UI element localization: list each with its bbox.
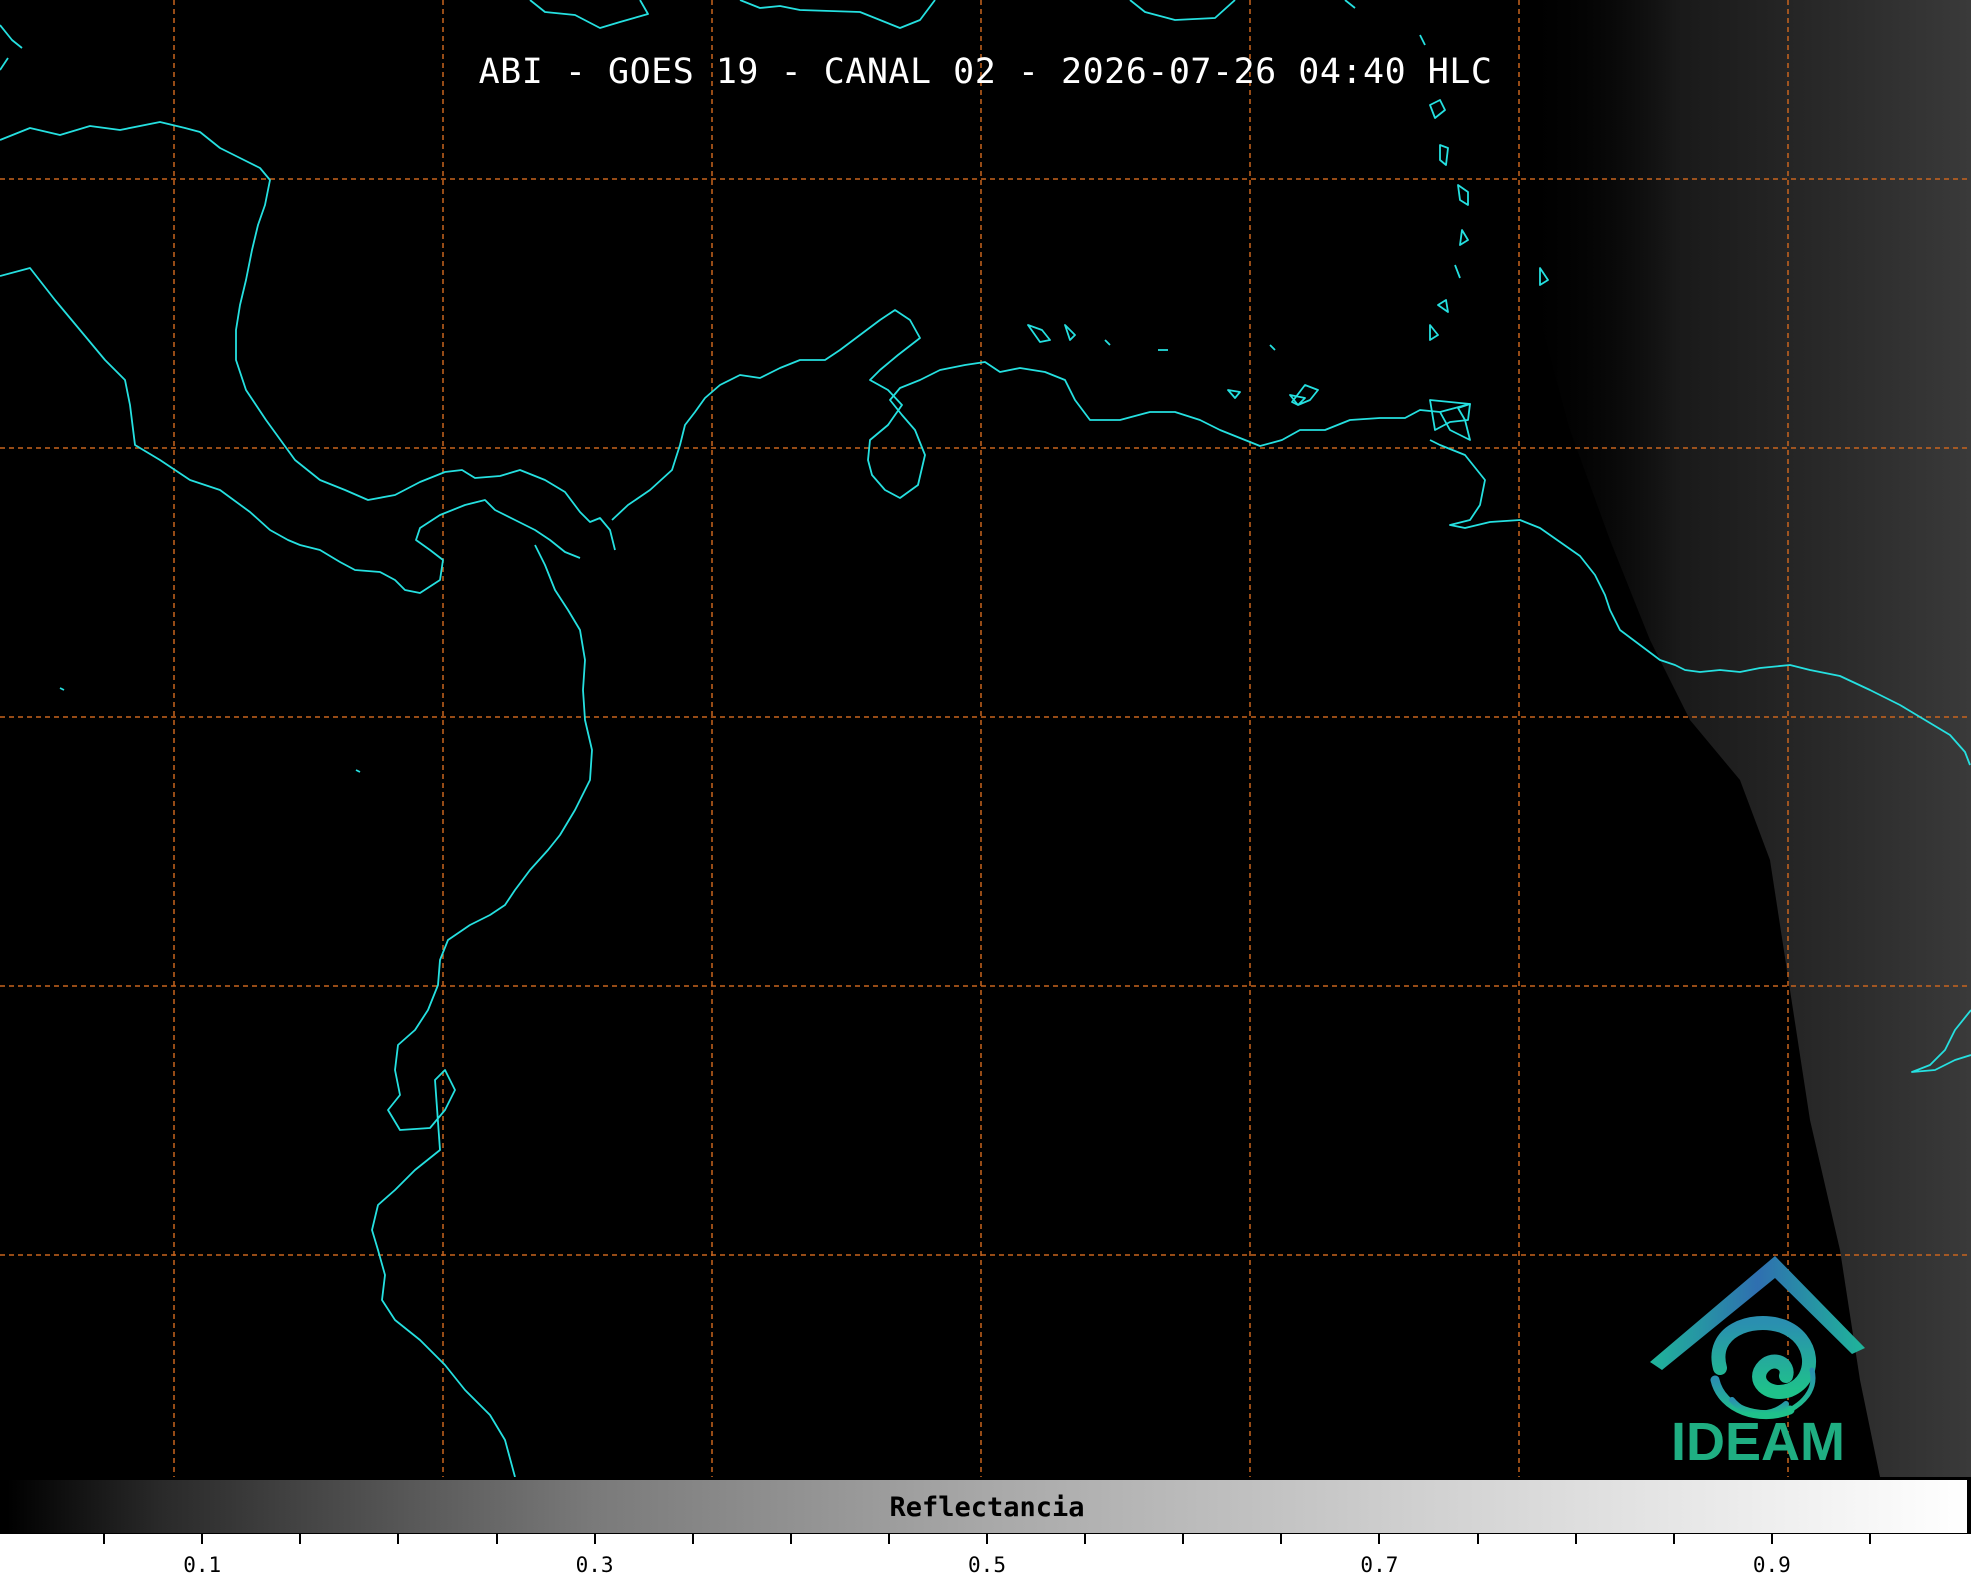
ideam-swirl-shape — [1710, 1316, 1817, 1420]
colorbar-tick — [495, 1534, 498, 1544]
colorbar-tick — [201, 1534, 204, 1544]
colorbar-tick — [789, 1534, 792, 1544]
colorbar-tick — [1084, 1534, 1087, 1544]
satellite-image-page: ABI - GOES 19 - CANAL 02 - 2026-07-26 04… — [0, 0, 1971, 1577]
colorbar-tick-label: 0.7 — [1360, 1553, 1399, 1577]
ideam-roof-shape — [1650, 1256, 1865, 1370]
colorbar-tick — [1476, 1534, 1479, 1544]
colorbar-tick-label: 0.1 — [183, 1553, 222, 1577]
colorbar-tick — [1770, 1534, 1773, 1544]
colorbar-tick — [1378, 1534, 1381, 1544]
image-title: ABI - GOES 19 - CANAL 02 - 2026-07-26 04… — [478, 52, 1493, 92]
ideam-logo-text: IDEAM — [1671, 1412, 1845, 1470]
colorbar-tick-label: 0.3 — [575, 1553, 614, 1577]
colorbar-tick — [1868, 1534, 1871, 1544]
colorbar-axis: 0.1 0.3 0.5 0.7 0.9 — [0, 1534, 1971, 1577]
reflectance-colorbar: Reflectancia — [6, 1479, 1968, 1534]
ideam-logo: IDEAM — [1640, 1250, 1880, 1472]
colorbar-tick-label: 0.9 — [1752, 1553, 1791, 1577]
colorbar-label: Reflectancia — [889, 1492, 1085, 1523]
colorbar-tick — [887, 1534, 890, 1544]
colorbar-tick — [397, 1534, 400, 1544]
colorbar-tick — [103, 1534, 106, 1544]
colorbar-tick — [1672, 1534, 1675, 1544]
colorbar-tick — [1182, 1534, 1185, 1544]
ideam-mountain-swirl-icon: IDEAM — [1650, 1256, 1865, 1472]
colorbar-tick — [299, 1534, 302, 1544]
colorbar-tick — [691, 1534, 694, 1544]
colorbar-tick — [1280, 1534, 1283, 1544]
colorbar-tick — [593, 1534, 596, 1544]
colorbar-tick — [1574, 1534, 1577, 1544]
colorbar-tick-label: 0.5 — [968, 1553, 1006, 1577]
colorbar-tick — [986, 1534, 988, 1544]
